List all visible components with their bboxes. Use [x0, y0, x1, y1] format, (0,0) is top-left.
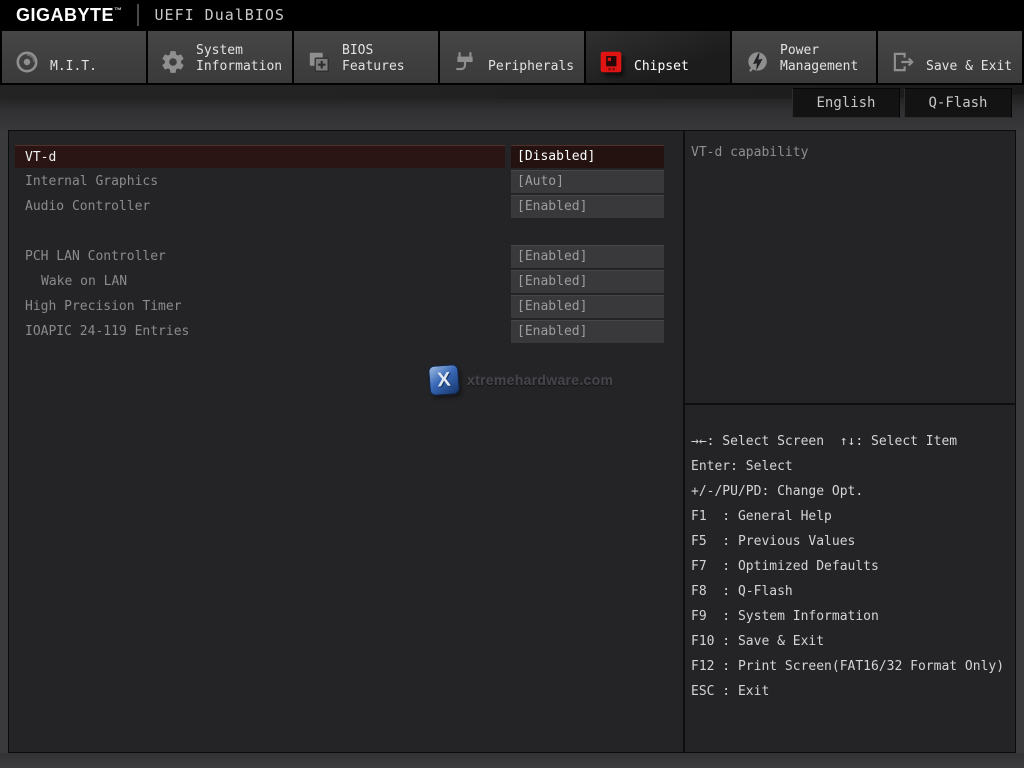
- settings-pane: VT-d[Disabled]Internal Graphics[Auto]Aud…: [9, 131, 683, 752]
- setting-label: High Precision Timer: [15, 295, 505, 318]
- help-description: VT-d capability: [685, 131, 1015, 403]
- shortcut-line: ESC : Exit: [691, 679, 1013, 704]
- setting-label: IOAPIC 24-119 Entries: [15, 320, 505, 343]
- watermark-x: X: [437, 368, 452, 392]
- tab-chipset[interactable]: Chipset: [586, 31, 730, 83]
- tab-peripherals[interactable]: Peripherals: [440, 31, 584, 83]
- setting-row[interactable]: High Precision Timer [Enabled]: [15, 294, 664, 319]
- tab-save-exit[interactable]: Save & Exit: [878, 31, 1022, 83]
- shortcut-line: F12 : Print Screen(FAT16/32 Format Only): [691, 654, 1013, 679]
- tab-label: Save & Exit: [926, 59, 1012, 76]
- tab-label: M.I.T.: [50, 59, 97, 76]
- tab-mit[interactable]: M.I.T.: [2, 31, 146, 83]
- watermark-icon: X: [428, 364, 460, 396]
- brand-text: GIGABYTE: [16, 5, 114, 26]
- menu-tab-bar: M.I.T. System Information BIOS Features: [0, 30, 1024, 85]
- setting-value[interactable]: [Enabled]: [511, 320, 664, 343]
- shortcut-line: Enter: Select: [691, 454, 1013, 479]
- setting-value[interactable]: [Disabled]: [511, 145, 664, 168]
- tab-bios-features[interactable]: BIOS Features: [294, 31, 438, 83]
- bios-features-icon: [306, 48, 334, 76]
- bottom-strip: [0, 753, 1024, 768]
- row-spacer: [15, 219, 664, 244]
- shortcut-list: →←: Select Screen ↑↓: Select ItemEnter: …: [685, 405, 1015, 704]
- tab-label: BIOS Features: [342, 43, 438, 76]
- setting-label: Audio Controller: [15, 195, 505, 218]
- bios-title: UEFI DualBIOS: [155, 6, 285, 24]
- mit-icon: [14, 48, 42, 76]
- setting-row[interactable]: Audio Controller [Enabled]: [15, 194, 664, 219]
- help-pane: VT-d capability →←: Select Screen ↑↓: Se…: [685, 131, 1015, 752]
- setting-label: Internal Graphics: [15, 170, 505, 193]
- qflash-button[interactable]: Q-Flash: [904, 88, 1012, 118]
- setting-value[interactable]: [Enabled]: [511, 245, 664, 268]
- setting-value[interactable]: [Auto]: [511, 170, 664, 193]
- shortcut-line: →←: Select Screen ↑↓: Select Item: [691, 429, 1013, 454]
- setting-row[interactable]: PCH LAN Controller [Enabled]: [15, 244, 664, 269]
- setting-row[interactable]: VT-d [Disabled]: [15, 144, 664, 169]
- setting-row[interactable]: Wake on LAN [Enabled]: [15, 269, 664, 294]
- tab-power-management[interactable]: Power Management: [732, 31, 876, 83]
- tab-label: System Information: [196, 43, 292, 76]
- sub-bar: English Q-Flash: [0, 85, 1024, 130]
- title-bar: GIGABYTE™ UEFI DualBIOS: [0, 0, 1024, 30]
- gear-icon: [160, 48, 188, 76]
- shortcut-line: F8 : Q-Flash: [691, 579, 1013, 604]
- gigabyte-logo: GIGABYTE™: [16, 5, 123, 26]
- setting-label: Wake on LAN: [15, 270, 505, 293]
- peripherals-icon: [452, 48, 480, 76]
- setting-value[interactable]: [Enabled]: [511, 195, 664, 218]
- power-icon: [744, 48, 772, 76]
- setting-value[interactable]: [Enabled]: [511, 270, 664, 293]
- language-button[interactable]: English: [792, 88, 900, 118]
- tab-label: Chipset: [634, 59, 689, 76]
- content-panel: VT-d[Disabled]Internal Graphics[Auto]Aud…: [8, 130, 1016, 753]
- tab-label: Power Management: [780, 43, 876, 76]
- shortcut-line: F1 : General Help: [691, 504, 1013, 529]
- settings-list: VT-d[Disabled]Internal Graphics[Auto]Aud…: [15, 144, 664, 344]
- chipset-icon: [598, 48, 626, 76]
- shortcut-line: F9 : System Information: [691, 604, 1013, 629]
- setting-row[interactable]: IOAPIC 24-119 Entries [Enabled]: [15, 319, 664, 344]
- shortcut-line: F10 : Save & Exit: [691, 629, 1013, 654]
- divider: [137, 4, 139, 26]
- watermark-text: xtremehardware.com: [467, 372, 613, 388]
- setting-value[interactable]: [Enabled]: [511, 295, 664, 318]
- tab-label: Peripherals: [488, 59, 574, 76]
- tab-system-information[interactable]: System Information: [148, 31, 292, 83]
- shortcut-line: F5 : Previous Values: [691, 529, 1013, 554]
- setting-label: PCH LAN Controller: [15, 245, 505, 268]
- shortcut-line: F7 : Optimized Defaults: [691, 554, 1013, 579]
- trademark: ™: [114, 6, 123, 15]
- setting-label: VT-d: [15, 145, 505, 168]
- save-exit-icon: [890, 48, 918, 76]
- setting-row[interactable]: Internal Graphics [Auto]: [15, 169, 664, 194]
- shortcut-line: +/-/PU/PD: Change Opt.: [691, 479, 1013, 504]
- watermark: X xtremehardware.com: [429, 365, 613, 395]
